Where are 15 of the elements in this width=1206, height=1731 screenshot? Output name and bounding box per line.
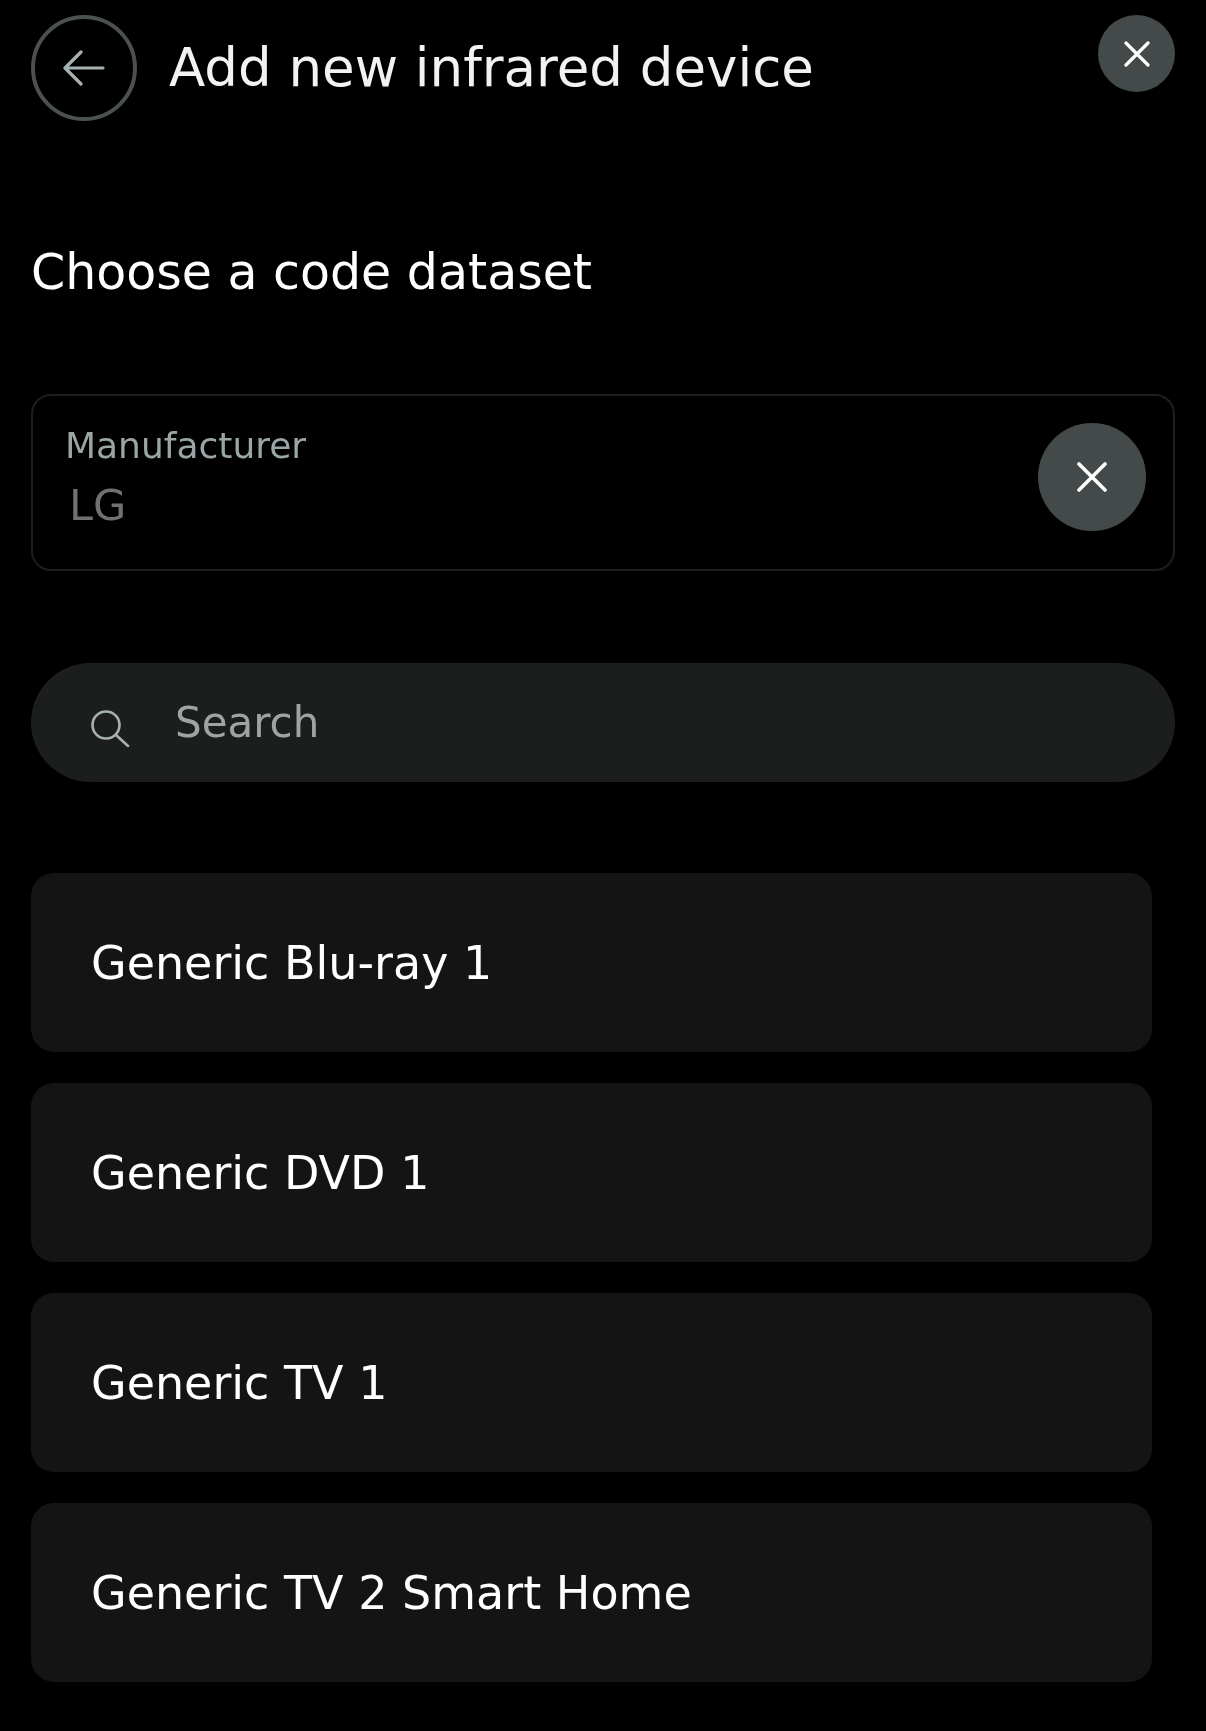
manufacturer-field[interactable]: Manufacturer LG (31, 394, 1175, 571)
page-title: Add new infrared device (169, 36, 814, 100)
dataset-item[interactable]: Generic Blu-ray 1 (31, 873, 1152, 1052)
dataset-item[interactable]: Generic DVD 1 (31, 1083, 1152, 1262)
search-icon (90, 709, 130, 747)
field-label: Manufacturer (65, 424, 307, 468)
search-field[interactable]: Search (31, 663, 1175, 782)
dataset-item[interactable]: Generic TV 1 (31, 1293, 1152, 1472)
manufacturer-input[interactable]: LG (69, 479, 269, 531)
dataset-item[interactable]: Generic TV 2 Smart Home (31, 1503, 1152, 1682)
back-icon (63, 50, 105, 86)
section-heading: Choose a code dataset (31, 243, 593, 303)
close-icon (1123, 40, 1150, 67)
back-button[interactable] (31, 15, 137, 121)
clear-icon (1077, 462, 1107, 492)
